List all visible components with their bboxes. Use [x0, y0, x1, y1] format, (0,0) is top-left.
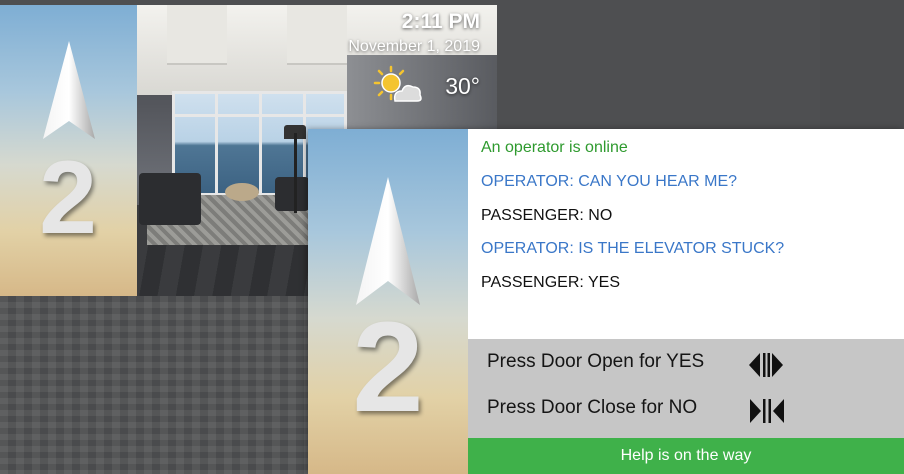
floor-number: 2	[39, 140, 97, 256]
front-display-screen: 2 An operator is online OPERATOR: CAN YO…	[308, 129, 904, 474]
chat-message-operator: OPERATOR: IS THE ELEVATOR STUCK?	[481, 240, 785, 257]
door-close-prompt: Press Door Close for NO	[487, 397, 698, 418]
partly-sunny-icon	[373, 65, 422, 102]
up-arrow-icon	[356, 177, 420, 305]
chat-message-operator: OPERATOR: CAN YOU HEAR ME?	[481, 173, 738, 190]
floor-number: 2	[352, 296, 424, 439]
clock-date: November 1, 2019	[348, 38, 480, 55]
up-arrow-icon	[43, 41, 95, 139]
chat-transcript: An operator is online OPERATOR: CAN YOU …	[468, 129, 904, 339]
door-open-prompt: Press Door Open for YES	[487, 351, 705, 372]
background-building-pattern	[0, 296, 320, 474]
chat-message-passenger: PASSENGER: NO	[481, 207, 613, 224]
door-open-icon	[749, 353, 783, 377]
response-prompts: Press Door Open for YES Press Door Close…	[468, 339, 904, 438]
door-close-icon	[750, 399, 784, 423]
chat-message-passenger: PASSENGER: YES	[481, 274, 621, 291]
help-status-bar: Help is on the way	[468, 438, 904, 474]
temperature: 30°	[445, 73, 480, 99]
operator-status: An operator is online	[481, 139, 628, 156]
floor-indicator-panel: 2	[308, 129, 468, 474]
floor-indicator-panel: 2	[0, 5, 137, 296]
background-panel	[820, 0, 904, 130]
clock-time: 2:11 PM	[401, 10, 480, 33]
